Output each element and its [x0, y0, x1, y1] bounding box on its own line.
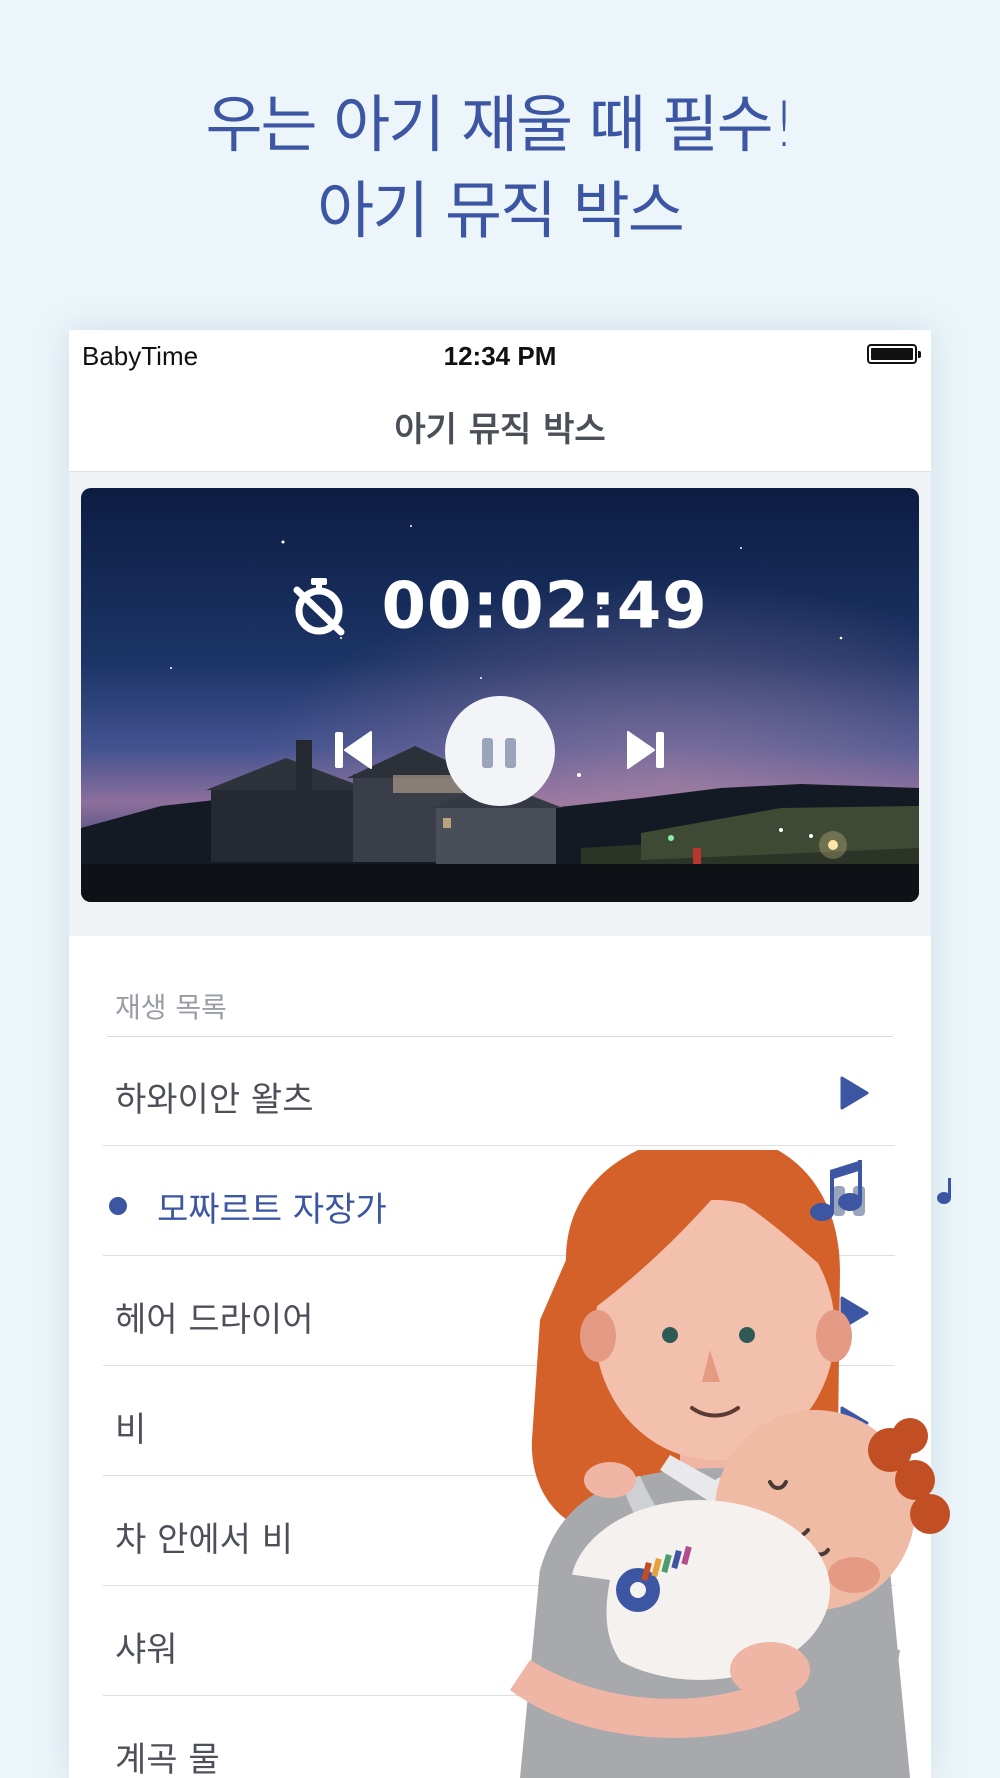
list-item[interactable]: 하와이안 왈츠	[69, 1036, 931, 1146]
music-notes-icon	[810, 1160, 951, 1221]
skip-back-icon	[335, 731, 372, 769]
track-title: 하와이안 왈츠	[115, 1080, 314, 1120]
track-title: 비	[115, 1410, 147, 1450]
track-title: 차 안에서 비	[115, 1520, 294, 1560]
status-bar: BabyTime 12:34 PM	[69, 330, 931, 376]
play-icon[interactable]	[839, 1076, 869, 1110]
pause-bar-left	[482, 738, 493, 768]
track-title: 계곡 물	[115, 1740, 220, 1778]
previous-track-button[interactable]	[331, 728, 375, 776]
next-track-button[interactable]	[624, 728, 668, 776]
page-title: 아기 뮤직 박스	[394, 410, 606, 450]
navigation-bar: 아기 뮤직 박스	[69, 376, 931, 472]
stopwatch-off-icon	[293, 578, 345, 636]
track-title: 헤어 드라이어	[115, 1300, 314, 1340]
skip-forward-icon	[627, 731, 664, 769]
sleep-timer: 00:02:49	[81, 566, 919, 643]
timer-value: 00:02:49	[381, 569, 708, 644]
status-time: 12:34 PM	[443, 341, 557, 371]
music-player-card: 00:02:49	[81, 488, 919, 902]
battery-icon	[867, 344, 921, 364]
track-title: 모짜르트 자장가	[157, 1190, 387, 1230]
track-title: 샤워	[115, 1630, 178, 1670]
mother-holding-baby-illustration	[510, 1150, 951, 1778]
pause-bar-right	[505, 738, 516, 768]
pause-button[interactable]	[445, 696, 555, 806]
night-landscape-image	[81, 488, 919, 902]
headline-line-2: 아기 뮤직 박스	[317, 174, 685, 247]
now-playing-dot	[109, 1197, 127, 1215]
promo-headline: 우는 아기 재울 때 필수! 아기 뮤직 박스	[0, 82, 1000, 254]
playlist-header: 재생 목록	[115, 991, 227, 1024]
headline-line-1: 우는 아기 재울 때 필수!	[205, 88, 796, 161]
